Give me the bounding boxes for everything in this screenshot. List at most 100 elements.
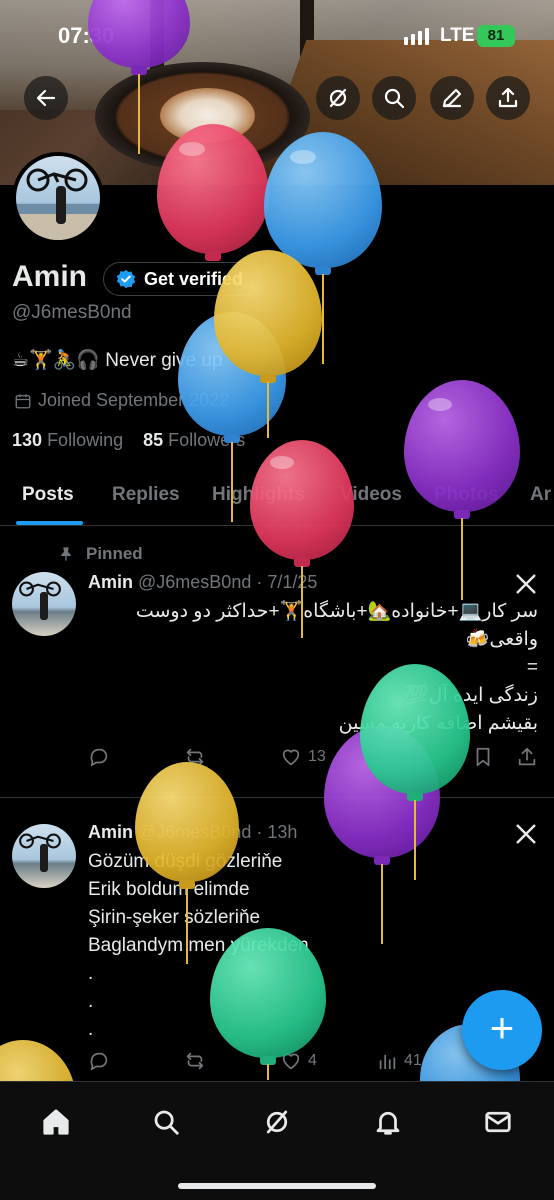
- get-verified-label: Get verified: [144, 268, 244, 289]
- share-button[interactable]: [486, 76, 530, 120]
- post-avatar[interactable]: [12, 572, 76, 636]
- heart-icon: [282, 749, 300, 766]
- grok-icon: [266, 1110, 288, 1134]
- nav-grok[interactable]: [257, 1102, 297, 1142]
- post-text-line: سر کار💻+خانواده🏡+باشگاه🏋+حداکثر دو دوست: [135, 601, 538, 622]
- heart-icon: [282, 1053, 300, 1070]
- post-text-line: Gözüm düşdi gözleriňe: [88, 851, 283, 872]
- bookmark-button[interactable]: [472, 746, 494, 768]
- compose-post-button[interactable]: +: [462, 990, 542, 1070]
- pin-icon: [61, 547, 71, 561]
- following-count: 130: [12, 430, 43, 450]
- repost-button[interactable]: [184, 1050, 206, 1072]
- search-icon: [154, 1110, 179, 1135]
- tab-videos[interactable]: Videos: [340, 484, 402, 506]
- post-text-line: .: [88, 1019, 94, 1040]
- joined-date: Joined September 2022: [14, 390, 229, 411]
- get-verified-button[interactable]: Get verified: [103, 262, 261, 296]
- nav-notifications[interactable]: [368, 1102, 408, 1142]
- search-button[interactable]: [372, 76, 416, 120]
- reply-button[interactable]: [88, 1050, 110, 1072]
- reply-button[interactable]: [88, 746, 110, 768]
- following-link[interactable]: 130 Following: [12, 430, 123, 450]
- like-button[interactable]: 13: [280, 746, 326, 768]
- post-text-line: =: [526, 657, 538, 678]
- post-author-name[interactable]: Amin: [88, 572, 133, 592]
- plus-icon: +: [489, 1004, 515, 1051]
- reply-icon: [90, 748, 108, 767]
- post-text-line: Baglandym men yürekden: [88, 935, 309, 956]
- home-icon: [43, 1109, 69, 1135]
- tab-active-indicator: [16, 521, 83, 525]
- nav-search[interactable]: [146, 1102, 186, 1142]
- share-icon: [498, 87, 518, 108]
- arrow-left-icon: [36, 89, 56, 107]
- post-text-line: واقعی🍻: [465, 629, 538, 650]
- network-label: LTE: [440, 25, 475, 46]
- post-text-line: بقیشم اضافه کاریه مسین: [338, 713, 538, 734]
- followers-count: 85: [143, 430, 164, 450]
- profile-bio: ☕🏋🚴🎧 Never give up: [12, 350, 223, 371]
- status-time: 07:30: [58, 23, 115, 48]
- share-icon: [518, 747, 536, 766]
- views-icon: [379, 1054, 396, 1070]
- joined-label: Joined September 2022: [38, 390, 230, 410]
- post-avatar[interactable]: [12, 824, 76, 888]
- post-divider: [0, 797, 554, 798]
- post-text-line: .: [88, 963, 94, 984]
- status-bar: 07:30 LTE 81: [0, 0, 554, 70]
- pinned-text: Pinned: [86, 544, 143, 563]
- bookmark-icon: [476, 747, 490, 767]
- profile-handle: @J6mesB0nd: [12, 302, 132, 323]
- follow-stats: 130 Following 85 Followers: [12, 430, 245, 451]
- back-button[interactable]: [24, 76, 68, 120]
- followers-label: Followers: [168, 430, 246, 450]
- repost-icon: [186, 1052, 204, 1070]
- post-text-line: Erik boldum elimde: [88, 879, 250, 900]
- repost-button[interactable]: [184, 746, 206, 768]
- verified-badge-icon: [116, 269, 136, 289]
- like-count: 4: [308, 1052, 317, 1069]
- home-indicator: [178, 1183, 376, 1189]
- x-logo-icon: [516, 824, 536, 844]
- grok-button[interactable]: [316, 76, 360, 120]
- messages-icon: [485, 1111, 511, 1133]
- following-label: Following: [47, 430, 124, 450]
- search-icon: [384, 88, 405, 109]
- post-handle-time: @J6mesB0nd · 7/1/25: [138, 572, 318, 592]
- battery-icon: 81: [477, 25, 515, 47]
- edit-button[interactable]: [430, 76, 474, 120]
- tab-highlights[interactable]: Highlights: [212, 484, 305, 506]
- repost-icon: [186, 748, 204, 766]
- post-actions: 13: [88, 746, 538, 772]
- notifications-icon: [376, 1111, 400, 1135]
- tab-photos[interactable]: Photos: [434, 484, 498, 506]
- signal-icon: [404, 28, 429, 45]
- nav-messages[interactable]: [478, 1102, 518, 1142]
- share-post-button[interactable]: [516, 746, 538, 768]
- tab-posts[interactable]: Posts: [22, 484, 74, 506]
- nav-home[interactable]: [36, 1102, 76, 1142]
- profile-name: Amin: [12, 260, 87, 293]
- views-count: 41: [404, 1052, 422, 1069]
- post-text-line: Şirin-şeker sözleriňe: [88, 907, 261, 928]
- post-text-line: زندگی ایده آل💯: [404, 685, 538, 706]
- post-author-name[interactable]: Amin: [88, 822, 133, 842]
- calendar-icon: [15, 393, 31, 408]
- pinned-label: Pinned: [58, 544, 143, 564]
- post-header: Amin @J6mesB0nd · 7/1/25: [88, 572, 317, 593]
- tab-replies[interactable]: Replies: [112, 484, 180, 506]
- profile-avatar[interactable]: [12, 152, 104, 244]
- followers-link[interactable]: 85 Followers: [143, 430, 245, 450]
- like-button[interactable]: 4: [280, 1050, 317, 1072]
- like-count: 13: [308, 748, 326, 765]
- tab-articles[interactable]: Ar: [530, 484, 551, 506]
- grok-icon: [329, 88, 347, 108]
- post-text-line: .: [88, 991, 94, 1012]
- edit-icon: [442, 88, 462, 108]
- post-header: Amin @J6mesB0nd · 13h: [88, 822, 297, 843]
- x-logo-icon: [516, 574, 536, 594]
- views-button[interactable]: 41: [376, 1050, 422, 1072]
- profile-tabs: Posts Replies Highlights Videos Photos A…: [0, 470, 554, 526]
- banner-latte-art: [160, 88, 255, 143]
